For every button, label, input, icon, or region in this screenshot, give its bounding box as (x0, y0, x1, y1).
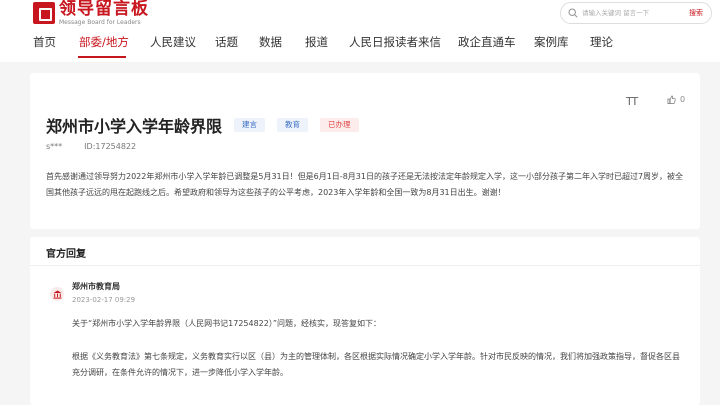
site-logo[interactable]: 领导留言板 Message Board for Leaders (33, 0, 149, 26)
reply-paragraph-1: 关于“郑州市小学入学年龄界限（人民网书记17254822）”问题，经核实，现答复… (72, 319, 382, 328)
logo-icon (33, 2, 55, 24)
nav-item-home[interactable]: 首页 (33, 34, 56, 50)
search-box: 搜索 (560, 2, 712, 24)
reply-date: 2023-02-17 09:29 (72, 296, 136, 304)
nav-item-suggestions[interactable]: 人民建议 (150, 34, 196, 50)
government-building-icon (50, 287, 64, 301)
divider (30, 265, 700, 266)
search-icon (568, 8, 578, 18)
reply-heading: 官方回复 (46, 249, 86, 260)
nav-active-indicator (78, 56, 126, 58)
status-badge: 已办理 (320, 118, 359, 132)
search-input[interactable] (582, 9, 674, 17)
message-card: TT 0 郑州市小学入学年龄界限 建言 教育 已办理 s*** ID:17254… (30, 73, 700, 229)
thumbs-up-icon (667, 95, 676, 104)
search-button[interactable]: 搜索 (689, 8, 703, 18)
message-title-row: 郑州市小学入学年龄界限 建言 教育 已办理 (46, 113, 359, 137)
nav-item-ministries-local[interactable]: 部委/地方 (79, 34, 129, 50)
nav-item-data[interactable]: 数据 (259, 34, 282, 50)
author-name: s*** (46, 142, 63, 151)
page-title: 郑州市小学入学年龄界限 (46, 117, 223, 136)
reply-paragraph-2: 根据《义务教育法》第七条规定，义务教育实行以区（县）为主的管理体制，各区根据实际… (72, 352, 680, 377)
font-size-toggle-icon[interactable]: TT (626, 95, 638, 108)
official-reply-card: 官方回复 郑州市教育局 2023-02-17 09:29 关于“郑州市小学入学年… (30, 237, 700, 405)
logo-subtitle: Message Board for Leaders (59, 18, 141, 26)
logo-title: 领导留言板 (59, 0, 149, 19)
tag-category: 教育 (277, 118, 309, 132)
site-header: 领导留言板 Message Board for Leaders 搜索 首页 部委… (0, 0, 720, 62)
nav-item-topics[interactable]: 话题 (215, 34, 238, 50)
main-nav: 首页 部委/地方 人民建议 话题 数据 报道 人民日报读者来信 政企直通车 案例… (0, 30, 720, 58)
reply-org-name: 郑州市教育局 (72, 282, 120, 291)
nav-item-gov-enterprise[interactable]: 政企直通车 (458, 34, 516, 50)
message-content: 首先感谢通过领导努力2022年郑州市小学入学年龄已调整是5月31日！但是6月1日… (46, 172, 684, 197)
nav-item-case-library[interactable]: 案例库 (534, 34, 569, 50)
nav-item-theory[interactable]: 理论 (590, 34, 613, 50)
like-count: 0 (680, 95, 686, 104)
like-button[interactable]: 0 (667, 95, 685, 104)
nav-item-reader-letters[interactable]: 人民日报读者来信 (349, 34, 441, 50)
message-id: ID:17254822 (84, 142, 137, 151)
tag-type: 建言 (234, 118, 266, 132)
nav-item-reports[interactable]: 报道 (305, 34, 328, 50)
message-meta: s*** ID:17254822 (46, 142, 136, 151)
